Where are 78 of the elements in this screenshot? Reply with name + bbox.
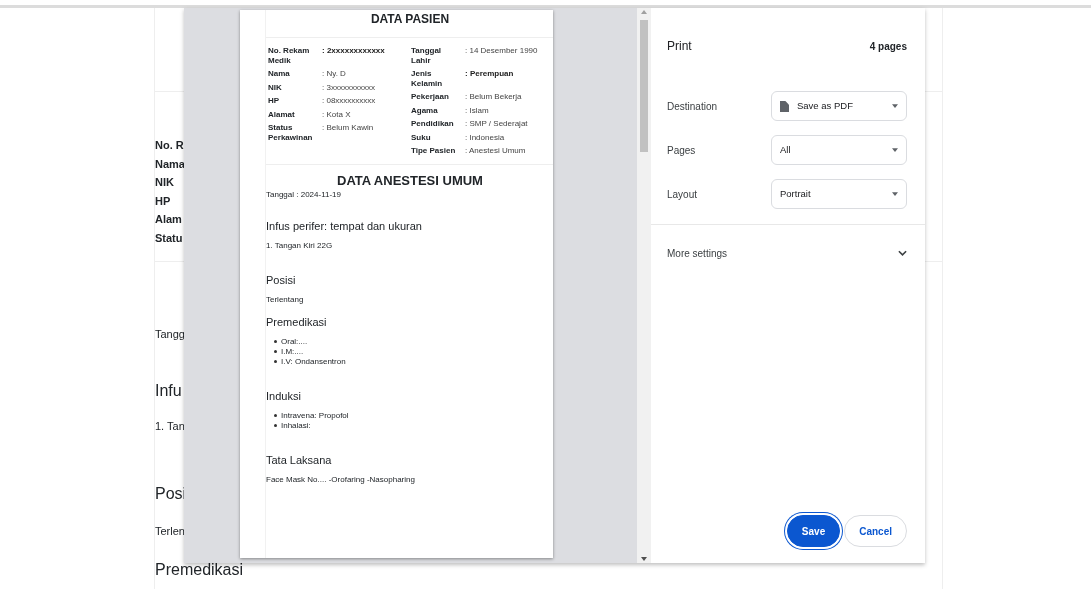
dropdown-icon (892, 148, 898, 152)
setting-label: Destination (667, 99, 718, 114)
body-text: Face Mask No.... -Orofaring -Nasopharing (266, 474, 415, 485)
scrollbar-thumb[interactable] (640, 20, 648, 152)
field-label: Nama (268, 69, 291, 79)
field-value: : Belum Kawin (322, 123, 374, 134)
section-heading: Induksi (266, 388, 301, 403)
section-heading: Premedikasi (266, 314, 327, 329)
field-label: Tipe Pasien (411, 146, 457, 156)
setting-label: Pages (667, 143, 696, 158)
body-text: 1. Tangan Kiri 22G (266, 240, 333, 251)
field-label: Agama (411, 105, 439, 115)
body-text: Terlentang (266, 294, 304, 305)
list-item: Oral:.... (281, 336, 308, 347)
dropdown-icon (892, 192, 898, 196)
scroll-down-icon[interactable] (640, 555, 648, 563)
field-value: : Belum Bekerja (465, 92, 522, 102)
field-label: Pendidikan (411, 119, 455, 129)
cancel-button[interactable]: Cancel (844, 515, 907, 547)
bullet-icon (274, 340, 277, 343)
bullet-icon (274, 360, 277, 363)
field-label: Status Perkawinan (268, 123, 314, 142)
field-label: Tanggal Lahir (411, 46, 443, 65)
list-item: Inhalasi: (281, 420, 311, 431)
field-value: : Kota X (322, 109, 351, 119)
field-label: Nama (155, 156, 185, 172)
field-label: Statu (155, 230, 183, 246)
page-count: 4 pages (869, 39, 907, 54)
chevron-icon (898, 250, 907, 256)
field-value: : 14 Desember 1990 (465, 46, 538, 57)
dialog-title: Print (667, 38, 692, 55)
select-field[interactable]: Portrait (771, 179, 907, 209)
scroll-up-icon[interactable] (640, 8, 648, 16)
field-label: No. Rekam Medik (268, 46, 311, 65)
bullet-icon (274, 424, 277, 427)
field-label: Suku (411, 132, 432, 142)
field-label: HP (155, 193, 171, 209)
field-value: : Anestesi Umum (465, 146, 526, 156)
section-heading: Infu (155, 380, 182, 400)
section-heading: Tata Laksana (266, 452, 332, 467)
field-value: : SMP / Sederajat (465, 119, 528, 129)
field-label: NIK (268, 82, 283, 92)
body-text: Terlen (155, 524, 185, 540)
field-value: : 3xxxxxxxxxxx (322, 82, 375, 92)
field-value: : 2xxxxxxxxxxxx (322, 46, 385, 57)
list-item: Intravena: Propofol (281, 410, 349, 421)
date-text: Tanggal : 2024-11-19 (266, 188, 342, 201)
select-field[interactable]: All (771, 135, 907, 165)
section-heading: Premedikasi (155, 559, 244, 580)
document-title: DATA PASIEN (266, 10, 553, 38)
bullet-icon (274, 414, 277, 417)
field-value: : Ny. D (322, 69, 346, 79)
list-item: I.M:.... (281, 346, 304, 357)
document-icon (780, 100, 789, 112)
field-label: No. R (155, 138, 184, 153)
section-title: DATA ANESTESI UMUM (336, 172, 484, 189)
setting-label: Layout (667, 187, 698, 202)
scrollbar[interactable] (637, 8, 651, 563)
field-label: Alam (155, 212, 182, 227)
field-value: : Indonesia (465, 132, 505, 142)
section-heading: Posisi (266, 272, 296, 287)
field-label: Pekerjaan (411, 92, 450, 102)
select-field[interactable]: Save as PDF (771, 91, 907, 121)
section-heading: Infus perifer: tempat dan ukuran (266, 218, 422, 233)
body-text: 1. Tan (155, 418, 185, 434)
field-value: : 08xxxxxxxxxx (322, 96, 376, 106)
body-text: Tangg (155, 327, 185, 342)
field-value: : Perempuan (465, 69, 514, 80)
bullet-icon (274, 350, 277, 353)
field-label: HP (268, 96, 281, 106)
field-label: Alamat (268, 109, 296, 119)
dropdown-icon (892, 104, 898, 108)
field-label: Jenis Kelamin (411, 69, 444, 88)
more-settings-toggle[interactable]: More settings (667, 225, 907, 281)
field-label: NIK (155, 175, 174, 190)
list-item: I.V: Ondansentron (281, 356, 346, 367)
field-value: : Islam (465, 105, 489, 115)
save-button[interactable]: Save (786, 515, 841, 547)
